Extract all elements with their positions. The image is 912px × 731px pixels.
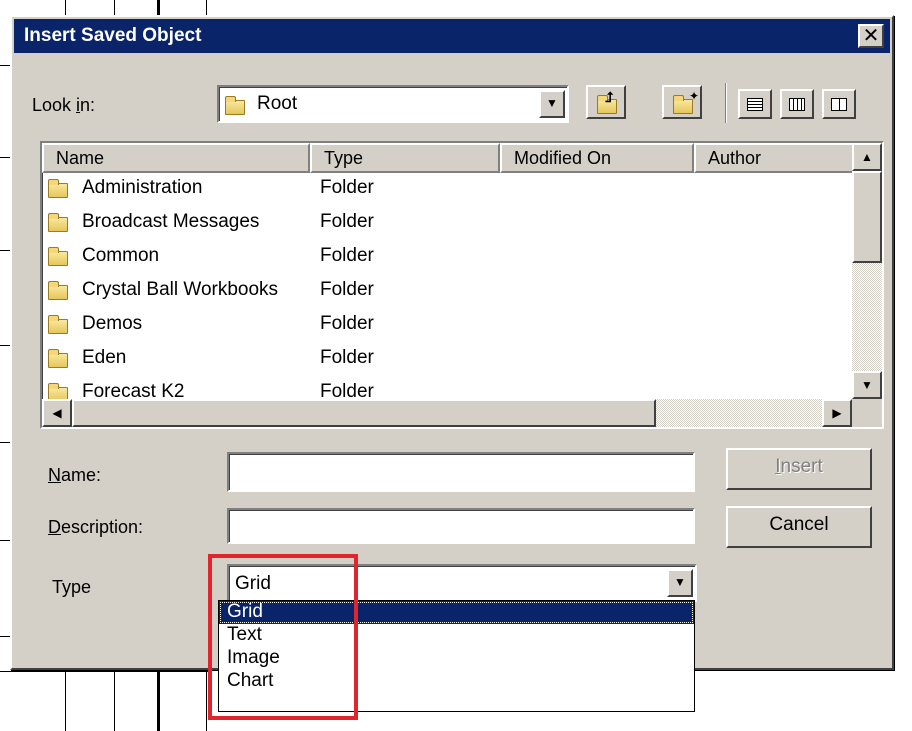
column-header-modified-on[interactable]: Modified On: [500, 143, 694, 173]
folder-icon: [225, 96, 245, 115]
item-name: Broadcast Messages: [82, 211, 260, 232]
horizontal-scrollbar[interactable]: ◀ ▶: [42, 399, 852, 427]
item-name: Eden: [82, 347, 127, 368]
list-item[interactable]: Administration Folder: [42, 173, 842, 207]
bg-grid-line: [206, 671, 207, 731]
bg-grid-line: [157, 0, 160, 16]
toolbar-separator: [725, 83, 727, 123]
bg-grid-line: [0, 250, 10, 251]
scroll-right-button[interactable]: ▶: [822, 399, 852, 427]
scrollbar-corner: [852, 399, 882, 427]
look-in-value: Root: [257, 93, 298, 114]
item-name: Demos: [82, 313, 143, 334]
list-item[interactable]: Common Folder: [42, 241, 842, 275]
folder-icon: [48, 349, 68, 368]
column-header-name[interactable]: Name: [42, 143, 310, 173]
item-type: Folder: [320, 347, 374, 368]
folder-icon: [48, 179, 68, 198]
vertical-scrollbar[interactable]: ▲ ▼: [852, 143, 882, 399]
insert-button[interactable]: Insert: [726, 448, 872, 490]
bg-grid-line: [0, 636, 10, 637]
arrow-left-icon: ◀: [52, 406, 62, 420]
list-item[interactable]: Demos Folder: [42, 309, 842, 343]
item-type: Folder: [320, 313, 374, 334]
type-dropdown-button[interactable]: ▼: [667, 569, 693, 597]
sparkle-icon: ✦: [689, 89, 700, 103]
bg-grid-line: [114, 0, 115, 16]
item-type: Folder: [320, 279, 374, 300]
arrow-up-icon: ▲: [861, 150, 873, 164]
bg-grid-line: [0, 442, 10, 443]
description-label: Description:: [48, 517, 144, 537]
bg-grid-line: [0, 157, 10, 158]
bg-grid-line: [0, 540, 10, 541]
item-type: Folder: [320, 245, 374, 266]
folder-icon: [48, 213, 68, 232]
new-folder-button[interactable]: ✦: [662, 85, 702, 119]
bg-grid-line: [206, 0, 207, 16]
arrow-right-icon: ▶: [832, 406, 842, 420]
look-in-label: Look in:: [32, 95, 96, 115]
bg-grid-line: [0, 345, 10, 346]
item-name: Crystal Ball Workbooks: [82, 279, 279, 300]
list-item[interactable]: Broadcast Messages Folder: [42, 207, 842, 241]
folder-icon: [48, 247, 68, 266]
item-type: Folder: [320, 211, 374, 232]
insert-saved-object-dialog: Insert Saved Object ✕ Look in: Root ▼ ⮥ …: [10, 15, 894, 670]
bg-grid-line: [65, 0, 66, 16]
list-view-button[interactable]: [738, 89, 772, 119]
look-in-dropdown-button[interactable]: ▼: [539, 90, 565, 118]
bg-grid-line: [65, 671, 66, 731]
list-item[interactable]: Eden Folder: [42, 343, 842, 377]
arrow-up-icon: ⮥: [605, 89, 614, 105]
item-name: Administration: [82, 177, 203, 198]
chevron-down-icon: ▼: [546, 96, 558, 110]
chevron-down-icon: ▼: [674, 575, 686, 589]
list-view-icon: [747, 98, 763, 111]
list-item[interactable]: Crystal Ball Workbooks Folder: [42, 275, 842, 309]
dialog-title: Insert Saved Object: [24, 25, 202, 46]
bg-grid-line: [157, 671, 160, 731]
arrow-down-icon: ▼: [861, 378, 873, 392]
vertical-scroll-thumb[interactable]: [852, 171, 882, 263]
item-type: Folder: [320, 177, 374, 198]
look-in-combobox[interactable]: Root ▼: [217, 85, 569, 123]
highlight-box: [208, 554, 358, 720]
name-input[interactable]: [227, 452, 695, 492]
cancel-button[interactable]: Cancel: [726, 506, 872, 548]
details-view-icon: [789, 98, 805, 111]
file-list[interactable]: Name Type Modified On Author Administrat…: [40, 141, 884, 429]
column-header-author[interactable]: Author: [694, 143, 864, 173]
scroll-up-button[interactable]: ▲: [852, 143, 882, 171]
scroll-left-button[interactable]: ◀: [42, 399, 72, 427]
description-input[interactable]: [227, 508, 695, 544]
type-label: Type: [52, 577, 92, 597]
bg-grid-line: [0, 65, 10, 66]
close-icon: ✕: [862, 25, 880, 47]
column-header-type[interactable]: Type: [310, 143, 500, 173]
item-name: Common: [82, 245, 160, 266]
folder-icon: [48, 315, 68, 334]
close-button[interactable]: ✕: [858, 24, 884, 48]
bg-grid-line: [114, 671, 115, 731]
dialog-titlebar[interactable]: Insert Saved Object ✕: [14, 19, 890, 53]
thumbnail-view-button[interactable]: [822, 89, 856, 119]
name-label: Name:: [48, 465, 102, 485]
bg-grid-line: [0, 671, 210, 672]
thumbnail-view-icon: [831, 98, 847, 111]
up-one-level-button[interactable]: ⮥: [586, 85, 626, 119]
scroll-down-button[interactable]: ▼: [852, 371, 882, 399]
folder-icon: [48, 281, 68, 300]
details-view-button[interactable]: [780, 89, 814, 119]
horizontal-scroll-thumb[interactable]: [72, 399, 656, 427]
